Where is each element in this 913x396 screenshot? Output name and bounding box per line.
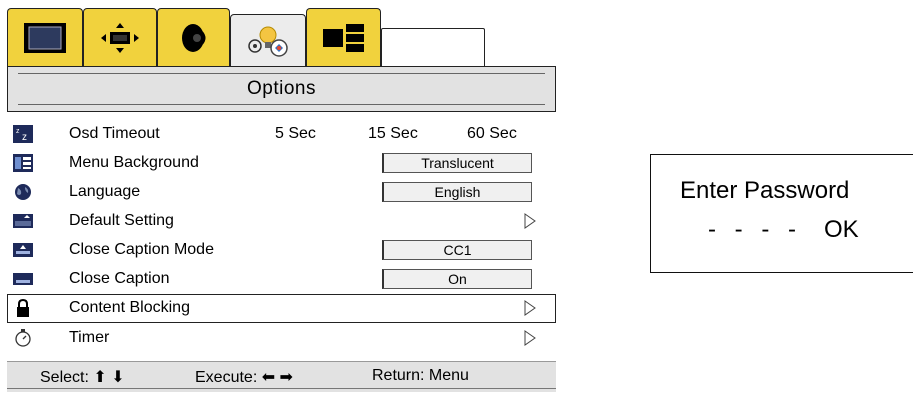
menu-item-language[interactable]: Language English: [7, 178, 556, 207]
picture-icon: [24, 22, 66, 53]
option-5-sec[interactable]: 5 Sec: [275, 125, 316, 143]
menu-background-value[interactable]: Translucent: [382, 153, 532, 173]
tab-position[interactable]: [83, 8, 157, 66]
close-caption-mode-value[interactable]: CC1: [382, 240, 532, 260]
menu-item-label: Content Blocking: [69, 299, 190, 316]
lock-icon: [17, 299, 29, 317]
caption-mode-icon: [13, 243, 33, 257]
select-hint: Select: ⬆ ⬇: [40, 369, 125, 386]
options-title-bar: Options: [7, 66, 556, 112]
menu-background-icon: [13, 154, 33, 172]
menu-item-label: Timer: [69, 329, 110, 346]
submenu-arrow-icon[interactable]: [524, 213, 536, 229]
divider: [18, 73, 545, 74]
menu-item-label: Osd Timeout: [69, 125, 160, 142]
caption-icon: [13, 273, 33, 285]
page-title: Options: [247, 78, 316, 99]
return-hint: Return: Menu: [372, 367, 469, 384]
options-icon: [248, 26, 288, 57]
menu-item-close-caption[interactable]: Close Caption On: [7, 265, 556, 294]
tab-audio[interactable]: [157, 8, 230, 66]
submenu-arrow-icon[interactable]: [524, 300, 536, 316]
divider: [18, 104, 545, 105]
audio-icon: [181, 23, 205, 52]
sleep-zz-icon: z z: [13, 125, 33, 143]
divider: [7, 388, 556, 389]
menu-item-label: Menu Background: [69, 154, 199, 171]
menu-item-timer[interactable]: Timer: [7, 324, 556, 353]
svg-text:z: z: [22, 132, 27, 143]
pip-icon: [322, 23, 364, 52]
menu-item-label: Close Caption Mode: [69, 241, 214, 258]
option-15-sec[interactable]: 15 Sec: [368, 125, 418, 143]
default-setting-icon: [13, 214, 33, 228]
menu-item-osd-timeout[interactable]: z z Osd Timeout 5 Sec 15 Sec 60 Sec: [7, 120, 556, 149]
menu-item-label: Language: [69, 183, 141, 200]
password-dialog-title: Enter Password: [680, 177, 850, 204]
ok-button[interactable]: OK: [824, 216, 859, 244]
language-value[interactable]: English: [382, 182, 532, 202]
svg-text:z: z: [16, 128, 20, 135]
menu-item-close-caption-mode[interactable]: Close Caption Mode CC1: [7, 236, 556, 265]
menu-item-content-blocking[interactable]: Content Blocking: [7, 294, 556, 323]
menu-item-label: Default Setting: [69, 212, 174, 229]
menu-item-default-setting[interactable]: Default Setting: [7, 207, 556, 236]
option-60-sec[interactable]: 60 Sec: [467, 125, 517, 143]
tab-pip[interactable]: [306, 8, 381, 66]
timer-icon: [15, 329, 31, 347]
password-input[interactable]: - - - -: [708, 216, 802, 244]
position-icon: [101, 22, 139, 53]
tab-options[interactable]: [230, 14, 306, 66]
osd-menu: Options z z Osd Timeout 5 Sec 15 Sec 60 …: [0, 0, 560, 396]
password-dialog: Enter Password - - - - OK: [650, 154, 913, 273]
execute-hint: Execute: ⬅ ➡: [195, 369, 293, 386]
menu-item-label: Close Caption: [69, 270, 170, 287]
globe-icon: [15, 184, 31, 200]
tab-picture[interactable]: [7, 8, 83, 66]
menu-item-menu-background[interactable]: Menu Background Translucent: [7, 149, 556, 178]
tab-empty: [381, 28, 485, 66]
submenu-arrow-icon[interactable]: [524, 330, 536, 346]
help-bar: Select: ⬆ ⬇ Execute: ⬅ ➡ Return: Menu: [7, 361, 556, 392]
close-caption-value[interactable]: On: [382, 269, 532, 289]
